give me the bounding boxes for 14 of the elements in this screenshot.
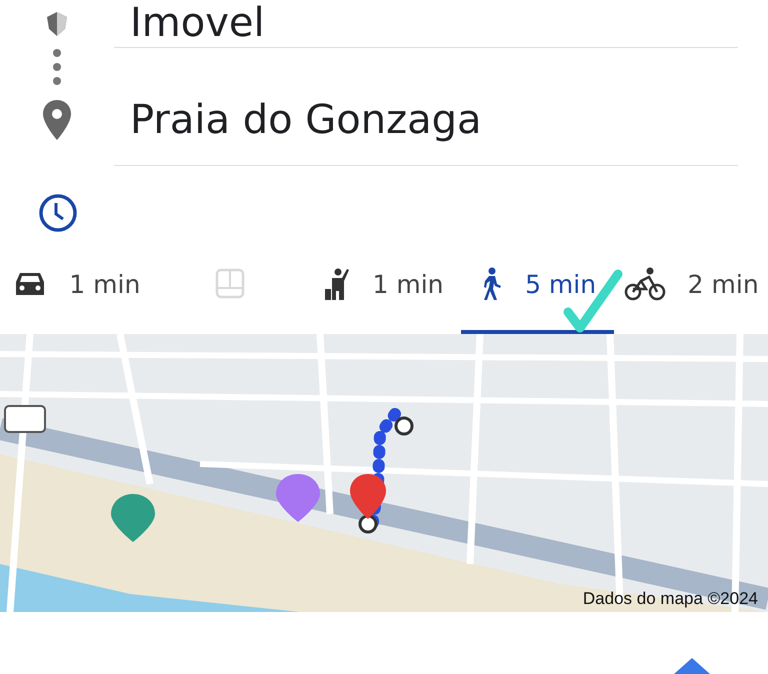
hailing-person-icon [324,267,350,301]
clock-icon[interactable] [38,193,78,233]
travel-mode-tab[interactable]: 1 min [0,250,154,334]
destination-field[interactable]: Praia do Gonzaga [114,96,482,142]
travel-mode-tab[interactable]: 1 min [307,250,461,334]
origin-icon [46,10,68,36]
navigation-icon[interactable] [674,658,710,674]
bus-icon [215,268,246,300]
cyclist-icon [624,267,666,301]
location-pin-icon [42,99,72,141]
map-attribution: Dados do mapa ©2024 [582,589,758,609]
dots-icon [53,49,61,85]
travel-mode-tab[interactable]: 2 min [614,250,768,334]
origin-field[interactable]: Imovel [114,1,265,45]
